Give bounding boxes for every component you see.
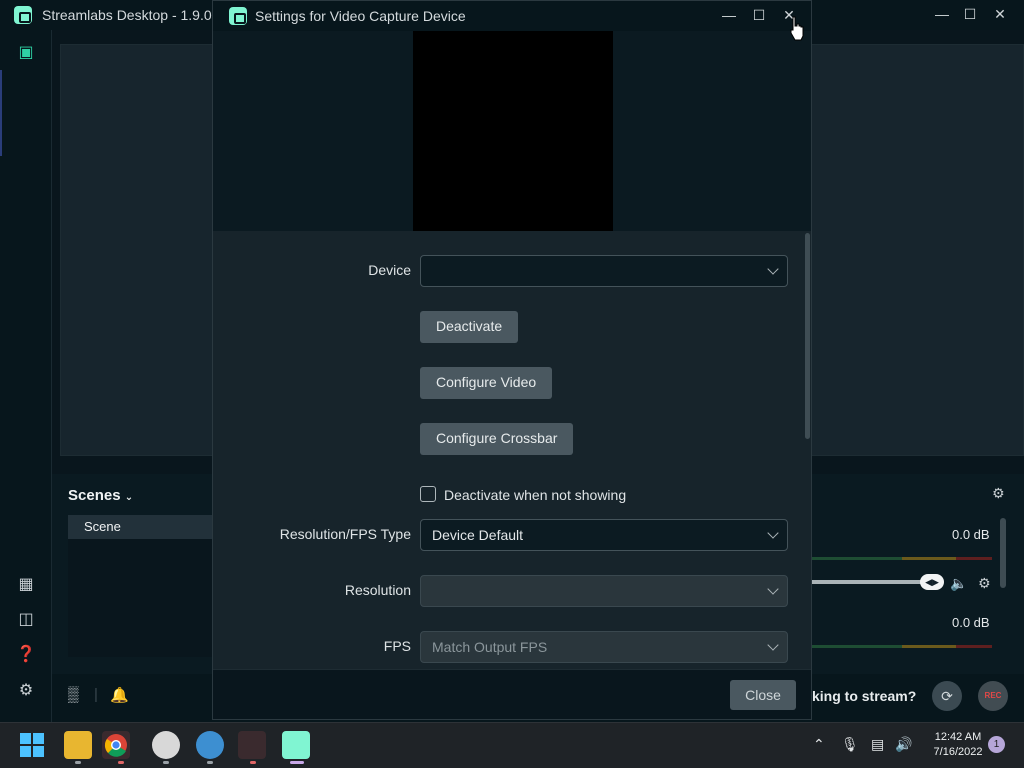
properties-form: Device Deactivate Configure Video Config… [213, 231, 811, 669]
installer-icon[interactable] [238, 731, 266, 759]
go-live-prompt: king to stream? [812, 688, 917, 704]
taskbar-indicator [75, 761, 81, 764]
minimize-icon[interactable]: — [930, 4, 954, 24]
dialog-minimize-icon[interactable]: — [717, 5, 741, 25]
mixer-db-value: 0.0 dB [952, 527, 990, 542]
record-button[interactable]: REC [978, 681, 1008, 711]
volume-slider-track[interactable] [812, 580, 932, 584]
streamlabs-taskbar-icon[interactable] [282, 731, 310, 759]
fps-select[interactable]: Match Output FPS [420, 631, 788, 663]
chevron-down-icon [767, 263, 779, 275]
windows-start-icon[interactable] [20, 733, 44, 757]
notification-bell-icon[interactable]: 🔔 [110, 686, 129, 704]
microphone-icon[interactable]: 🎙 [841, 736, 859, 753]
left-nav-rail: ▣ ▦ ◫ ❓ ⚙ [0, 30, 52, 722]
speaker-icon[interactable]: 🔈 [950, 575, 967, 592]
main-window-title: Streamlabs Desktop - 1.9.0 [42, 7, 212, 23]
taskbar-indicator [250, 761, 256, 764]
fps-label: FPS [383, 638, 411, 654]
fps-value: Match Output FPS [432, 639, 548, 655]
mixer-db-value: 0.0 dB [952, 615, 990, 630]
chevron-down-icon [767, 583, 779, 595]
source-gear-icon[interactable]: ⚙ [978, 575, 991, 592]
dialog-title: Settings for Video Capture Device [255, 8, 466, 24]
taskbar: ⌃ 🎙 ▤ 🔊 12:42 AM 7/16/2022 1 [0, 722, 1024, 768]
close-button[interactable]: Close [730, 680, 796, 710]
volume-slider-handle[interactable]: ◀▶ [920, 574, 944, 590]
settings-gear-icon[interactable]: ⚙ [16, 682, 36, 700]
streamlabs-logo-icon [14, 6, 32, 24]
dialog-footer: Close [213, 669, 811, 719]
stats-chart-icon[interactable]: ▒ [68, 686, 79, 703]
studio-camera-icon[interactable]: ▣ [16, 44, 36, 62]
mixer-settings-gear-icon[interactable]: ⚙ [992, 485, 1005, 502]
mouse-pointer-icon [790, 16, 804, 41]
deactivate-when-not-showing-checkbox[interactable] [420, 486, 436, 502]
video-preview-canvas [413, 31, 613, 231]
mixer-scrollbar[interactable] [1000, 518, 1006, 588]
dialog-titlebar: Settings for Video Capture Device — ☐ ✕ [213, 1, 811, 31]
resolution-select[interactable] [420, 575, 788, 607]
show-hidden-icons-chevron-icon[interactable]: ⌃ [813, 736, 825, 753]
yandex-browser-icon[interactable] [152, 731, 180, 759]
maximize-icon[interactable]: ☐ [958, 4, 982, 24]
clock[interactable]: 12:42 AM 7/16/2022 [918, 730, 998, 760]
scene-list-item[interactable]: Scene [68, 515, 218, 539]
video-capture-settings-dialog: Settings for Video Capture Device — ☐ ✕ … [212, 0, 812, 720]
chrome-icon[interactable] [102, 731, 130, 759]
taskbar-indicator [118, 761, 124, 764]
volume-icon[interactable]: 🔊 [895, 736, 912, 753]
chevron-down-icon [767, 639, 779, 651]
dialog-maximize-icon[interactable]: ☐ [747, 5, 771, 25]
resolution-fps-type-select[interactable]: Device Default [420, 519, 788, 551]
audio-meter [812, 557, 992, 560]
rail-active-indicator [0, 70, 2, 156]
file-explorer-icon[interactable] [64, 731, 92, 759]
chevron-down-icon [767, 527, 779, 539]
taskbar-active-indicator [290, 761, 304, 764]
taskbar-indicator [163, 761, 169, 764]
resolution-label: Resolution [344, 582, 411, 598]
streamlabs-logo-icon [229, 7, 247, 25]
close-icon[interactable]: ✕ [988, 4, 1012, 24]
replay-buffer-icon[interactable]: ⟳ [932, 681, 962, 711]
network-icon[interactable]: ▤ [871, 736, 884, 753]
deactivate-button[interactable]: Deactivate [420, 311, 519, 343]
form-scrollbar[interactable] [805, 233, 810, 439]
help-icon[interactable]: ❓ [16, 646, 36, 664]
columns-icon[interactable]: ◫ [16, 611, 36, 629]
resolution-fps-type-value: Device Default [432, 527, 524, 543]
layout-grid-icon[interactable]: ▦ [16, 576, 36, 594]
globe-app-icon[interactable] [196, 731, 224, 759]
scenes-header[interactable]: Scenes ⌄ [68, 487, 133, 504]
configure-video-button[interactable]: Configure Video [420, 367, 553, 399]
resolution-fps-type-label: Resolution/FPS Type [279, 526, 411, 542]
divider: | [94, 686, 98, 703]
device-label: Device [368, 262, 411, 278]
device-select[interactable] [420, 255, 788, 287]
clock-time: 12:42 AM [934, 731, 982, 743]
configure-crossbar-button[interactable]: Configure Crossbar [420, 423, 574, 455]
source-preview [213, 31, 811, 231]
clock-date: 7/16/2022 [933, 746, 983, 758]
taskbar-indicator [207, 761, 213, 764]
notification-badge[interactable]: 1 [988, 736, 1005, 753]
deactivate-when-not-showing-label[interactable]: Deactivate when not showing [444, 487, 626, 503]
audio-meter [812, 645, 992, 648]
